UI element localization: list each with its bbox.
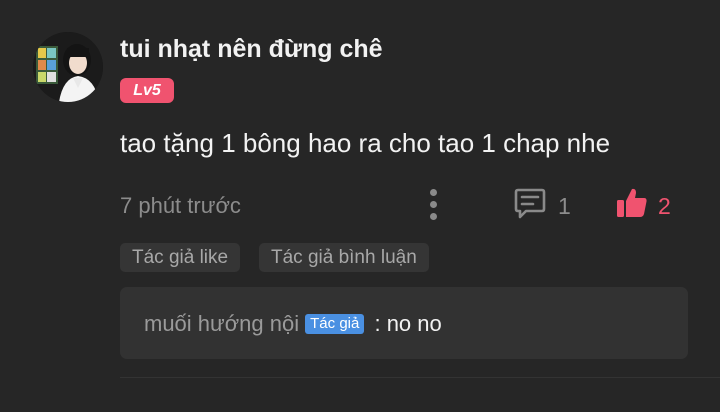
reply-preview[interactable]: muối hướng nội Tác giả : no no — [120, 287, 688, 359]
timestamp: 7 phút trước — [120, 193, 241, 218]
more-vertical-icon[interactable] — [422, 186, 446, 222]
author-badge: Tác giả — [305, 314, 365, 334]
divider — [120, 377, 720, 378]
reply-count: 1 — [558, 193, 571, 219]
comment-content: tao tặng 1 bông hao ra cho tao 1 chap nh… — [120, 128, 611, 158]
comment-item: tui nhạt nên đừng chê Lv5 tao tặng 1 bôn… — [0, 0, 720, 412]
reply-button[interactable]: 1 — [510, 184, 580, 224]
comment-bubble-icon — [514, 188, 546, 219]
like-count: 2 — [658, 193, 671, 219]
thumbs-up-icon — [617, 188, 647, 217]
author-liked-tag: Tác giả like — [120, 243, 241, 272]
level-badge: Lv5 — [120, 78, 174, 103]
like-button[interactable]: 2 — [612, 184, 682, 224]
username[interactable]: tui nhạt nên đừng chê — [120, 35, 383, 64]
author-replied-tag: Tác giả bình luận — [259, 243, 429, 272]
reply-line: muối hướng nội Tác giả : no no — [144, 311, 442, 337]
reply-text: no no — [386, 311, 442, 336]
reply-separator: : — [368, 311, 387, 336]
avatar[interactable] — [33, 32, 103, 102]
reply-author[interactable]: muối hướng nội — [144, 311, 299, 336]
